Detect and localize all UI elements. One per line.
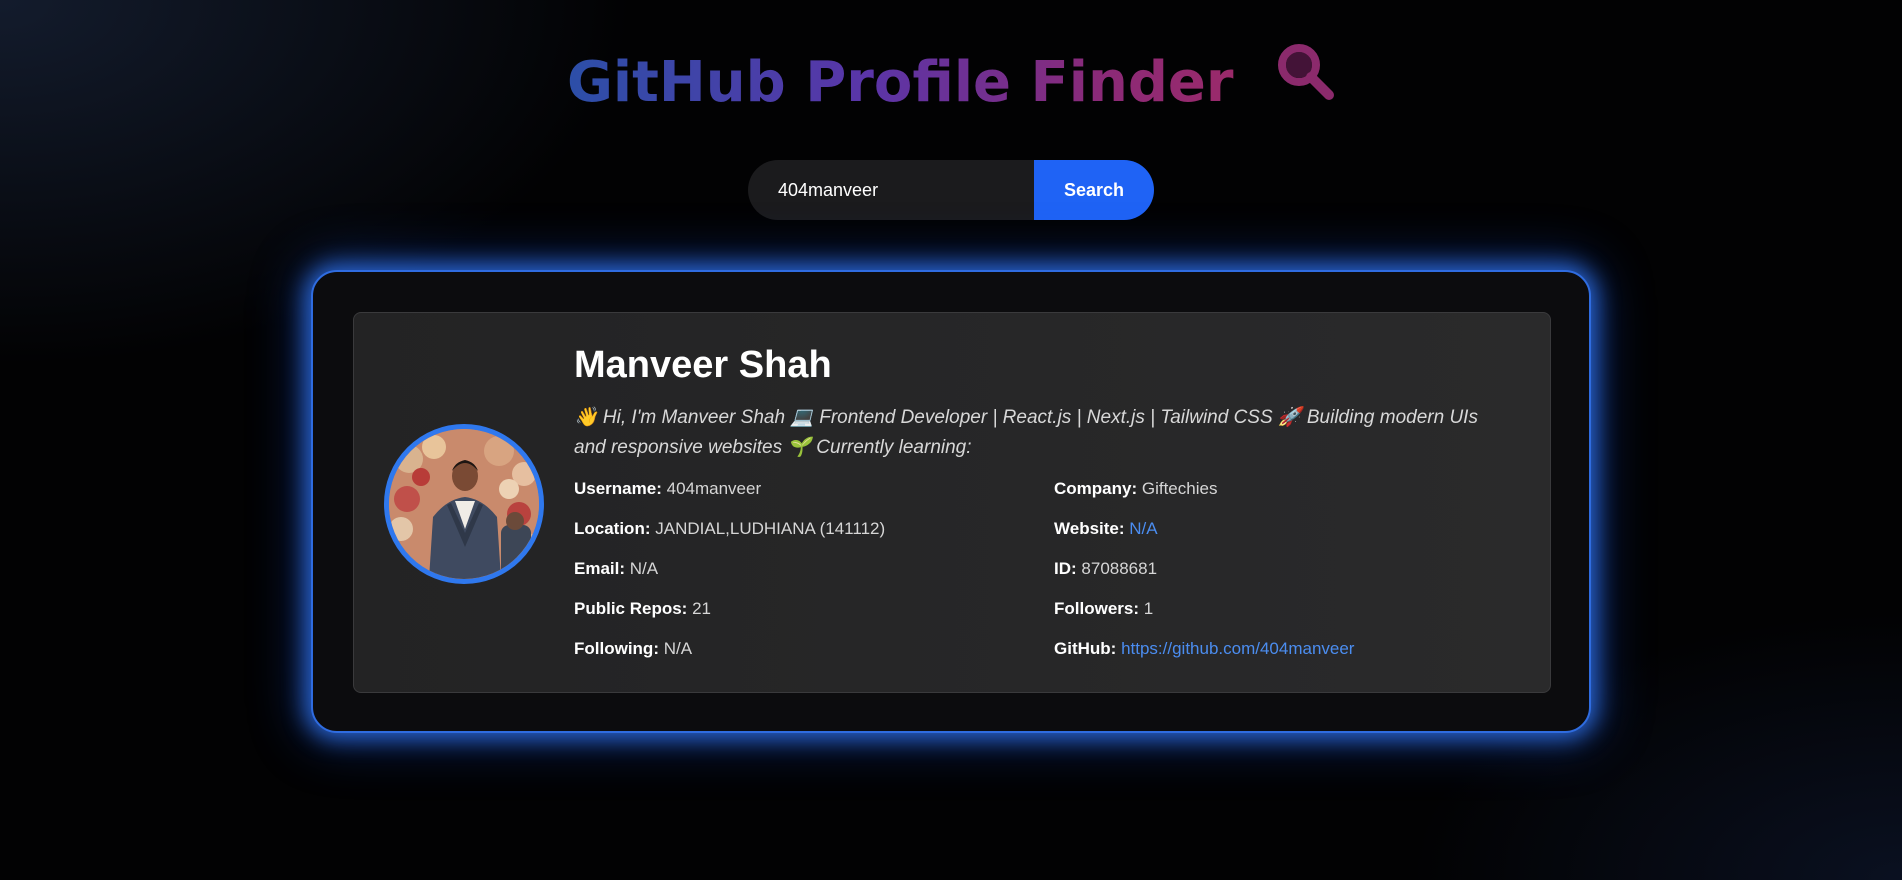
github-profile-link[interactable]: https://github.com/404manveer: [1121, 639, 1354, 658]
info-followers-label: Followers:: [1054, 599, 1140, 618]
search-button[interactable]: Search: [1034, 160, 1154, 220]
search-bar: Search: [748, 160, 1154, 220]
info-public-repos: Public Repos: 21: [574, 597, 711, 621]
info-id-label: ID:: [1054, 559, 1077, 578]
info-following-label: Following:: [574, 639, 659, 658]
info-username: Username: 404manveer: [574, 477, 761, 501]
profile-bio: 👋 Hi, I'm Manveer Shah 💻 Frontend Develo…: [574, 407, 1478, 458]
info-followers-value: 1: [1143, 599, 1154, 618]
profile-card: Manveer Shah 👋 Hi, I'm Manveer Shah 💻 Fr…: [311, 270, 1591, 733]
info-email-value: N/A: [629, 559, 659, 578]
info-website: Website: N/A: [1054, 517, 1158, 541]
profile-name: Manveer Shah: [574, 344, 832, 386]
info-company: Company: Giftechies: [1054, 477, 1217, 501]
info-username-label: Username:: [574, 479, 662, 498]
profile-details-panel: Manveer Shah 👋 Hi, I'm Manveer Shah 💻 Fr…: [353, 312, 1551, 693]
info-company-value: Giftechies: [1141, 479, 1218, 498]
magnifier-icon: [1275, 41, 1335, 120]
info-github: GitHub: https://github.com/404manveer: [1054, 637, 1354, 661]
website-link[interactable]: N/A: [1129, 519, 1157, 538]
search-input[interactable]: [748, 160, 1034, 220]
info-id-value: 87088681: [1081, 559, 1158, 578]
info-public-repos-value: 21: [692, 599, 712, 618]
info-username-value: 404manveer: [666, 479, 762, 498]
info-following-value: N/A: [663, 639, 693, 658]
info-github-label: GitHub:: [1054, 639, 1117, 658]
info-email-label: Email:: [574, 559, 626, 578]
info-location: Location: JANDIAL,LUDHIANA (141112): [574, 517, 885, 541]
info-id: ID: 87088681: [1054, 557, 1157, 581]
page-title: GitHub Profile Finder: [0, 44, 1902, 120]
info-public-repos-label: Public Repos:: [574, 599, 688, 618]
info-location-label: Location:: [574, 519, 651, 538]
info-email: Email: N/A: [574, 557, 658, 581]
info-location-value: JANDIAL,LUDHIANA (141112): [655, 519, 886, 538]
info-company-label: Company:: [1054, 479, 1138, 498]
page-title-text: GitHub Profile Finder: [566, 50, 1234, 115]
info-followers: Followers: 1: [1054, 597, 1153, 621]
info-following: Following: N/A: [574, 637, 692, 661]
info-website-label: Website:: [1054, 519, 1125, 538]
avatar: [384, 424, 544, 584]
